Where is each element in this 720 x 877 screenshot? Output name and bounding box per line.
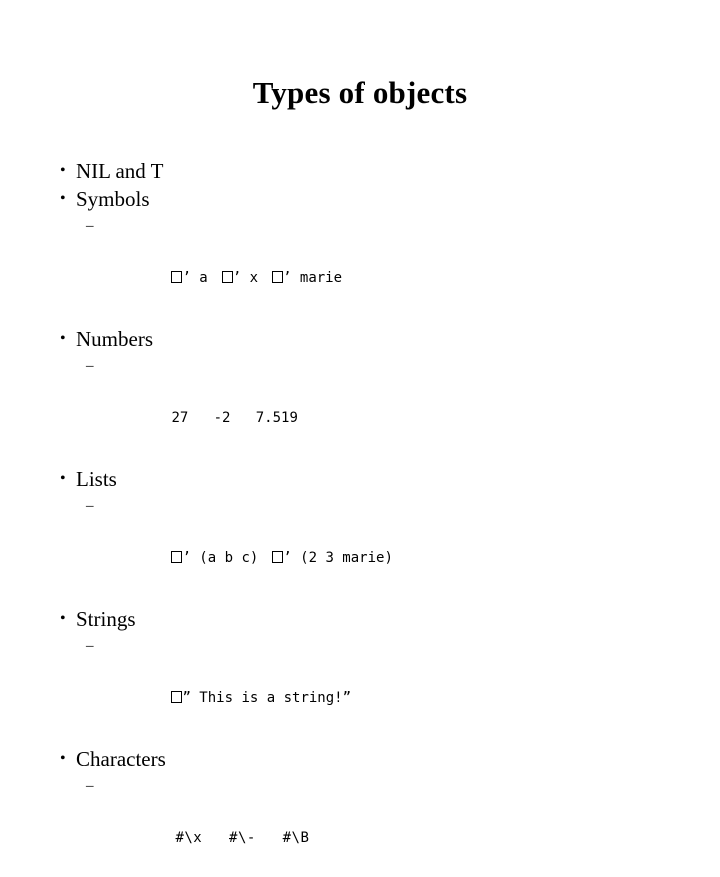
bullet-label: NIL and T	[76, 159, 163, 183]
topic-characters: • Characters – #\x #\- #\B	[48, 745, 708, 877]
bullet-item: • Strings	[48, 605, 708, 633]
topic-lists: • Lists – ’ (a b c) ’ (2 3 marie)	[48, 465, 708, 597]
bullet-item: • Lists	[48, 465, 708, 493]
topic-numbers: • Numbers – 27 -2 7.519	[48, 325, 708, 457]
bullet-label: Strings	[76, 607, 136, 631]
code-text: ’ (a b c)	[182, 550, 258, 566]
code-text: ’ x	[233, 270, 258, 286]
sub-bullet-icon: –	[86, 493, 94, 519]
bullet-item: • Symbols	[48, 185, 708, 213]
bullet-label: Characters	[76, 747, 166, 771]
tofu-box-icon	[222, 271, 233, 283]
bullet-icon: •	[60, 185, 66, 213]
sub-bullet-item: – ” This is a string!”	[48, 633, 708, 737]
sub-bullet-item: – ’ (a b c) ’ (2 3 marie)	[48, 493, 708, 597]
code-text: 27 -2 7.519	[171, 410, 297, 426]
tofu-box-icon	[171, 551, 182, 563]
tofu-box-icon	[272, 551, 283, 563]
code-text: ” This is a string!”	[182, 690, 351, 706]
code-text: ’ a	[182, 270, 207, 286]
sub-bullet-item: – #\x #\- #\B	[48, 773, 708, 877]
sub-bullet-icon: –	[86, 213, 94, 239]
tofu-box-icon	[171, 691, 182, 703]
code-text: ’ marie	[283, 270, 342, 286]
topic-symbols: • Symbols – ’ a ’ x ’ marie	[48, 185, 708, 317]
sub-bullet-icon: –	[86, 773, 94, 799]
bullet-icon: •	[60, 325, 66, 353]
bullet-icon: •	[60, 605, 66, 633]
sub-bullet-item: – 27 -2 7.519	[48, 353, 708, 457]
topic-strings: • Strings – ” This is a string!”	[48, 605, 708, 737]
bullet-label: Lists	[76, 467, 117, 491]
bullet-label: Symbols	[76, 187, 150, 211]
bullet-item: • Characters	[48, 745, 708, 773]
content-body: • NIL and T • Symbols – ’ a ’ x ’ marie • …	[48, 157, 708, 877]
page-title: Types of objects	[0, 74, 720, 112]
topic-nil-and-t: • NIL and T	[48, 157, 708, 185]
sub-bullet-item: – ’ a ’ x ’ marie	[48, 213, 708, 317]
tofu-box-icon	[171, 271, 182, 283]
code-text: #\x #\- #\B	[175, 830, 309, 846]
sub-bullet-icon: –	[86, 633, 94, 659]
bullet-icon: •	[60, 157, 66, 185]
tofu-box-icon	[272, 271, 283, 283]
bullet-item: • NIL and T	[48, 157, 708, 185]
bullet-label: Numbers	[76, 327, 153, 351]
bullet-icon: •	[60, 465, 66, 493]
bullet-item: • Numbers	[48, 325, 708, 353]
sub-bullet-icon: –	[86, 353, 94, 379]
bullet-icon: •	[60, 745, 66, 773]
code-text: ’ (2 3 marie)	[283, 550, 393, 566]
slide-canvas: Types of objects • NIL and T • Symbols –…	[0, 0, 720, 540]
